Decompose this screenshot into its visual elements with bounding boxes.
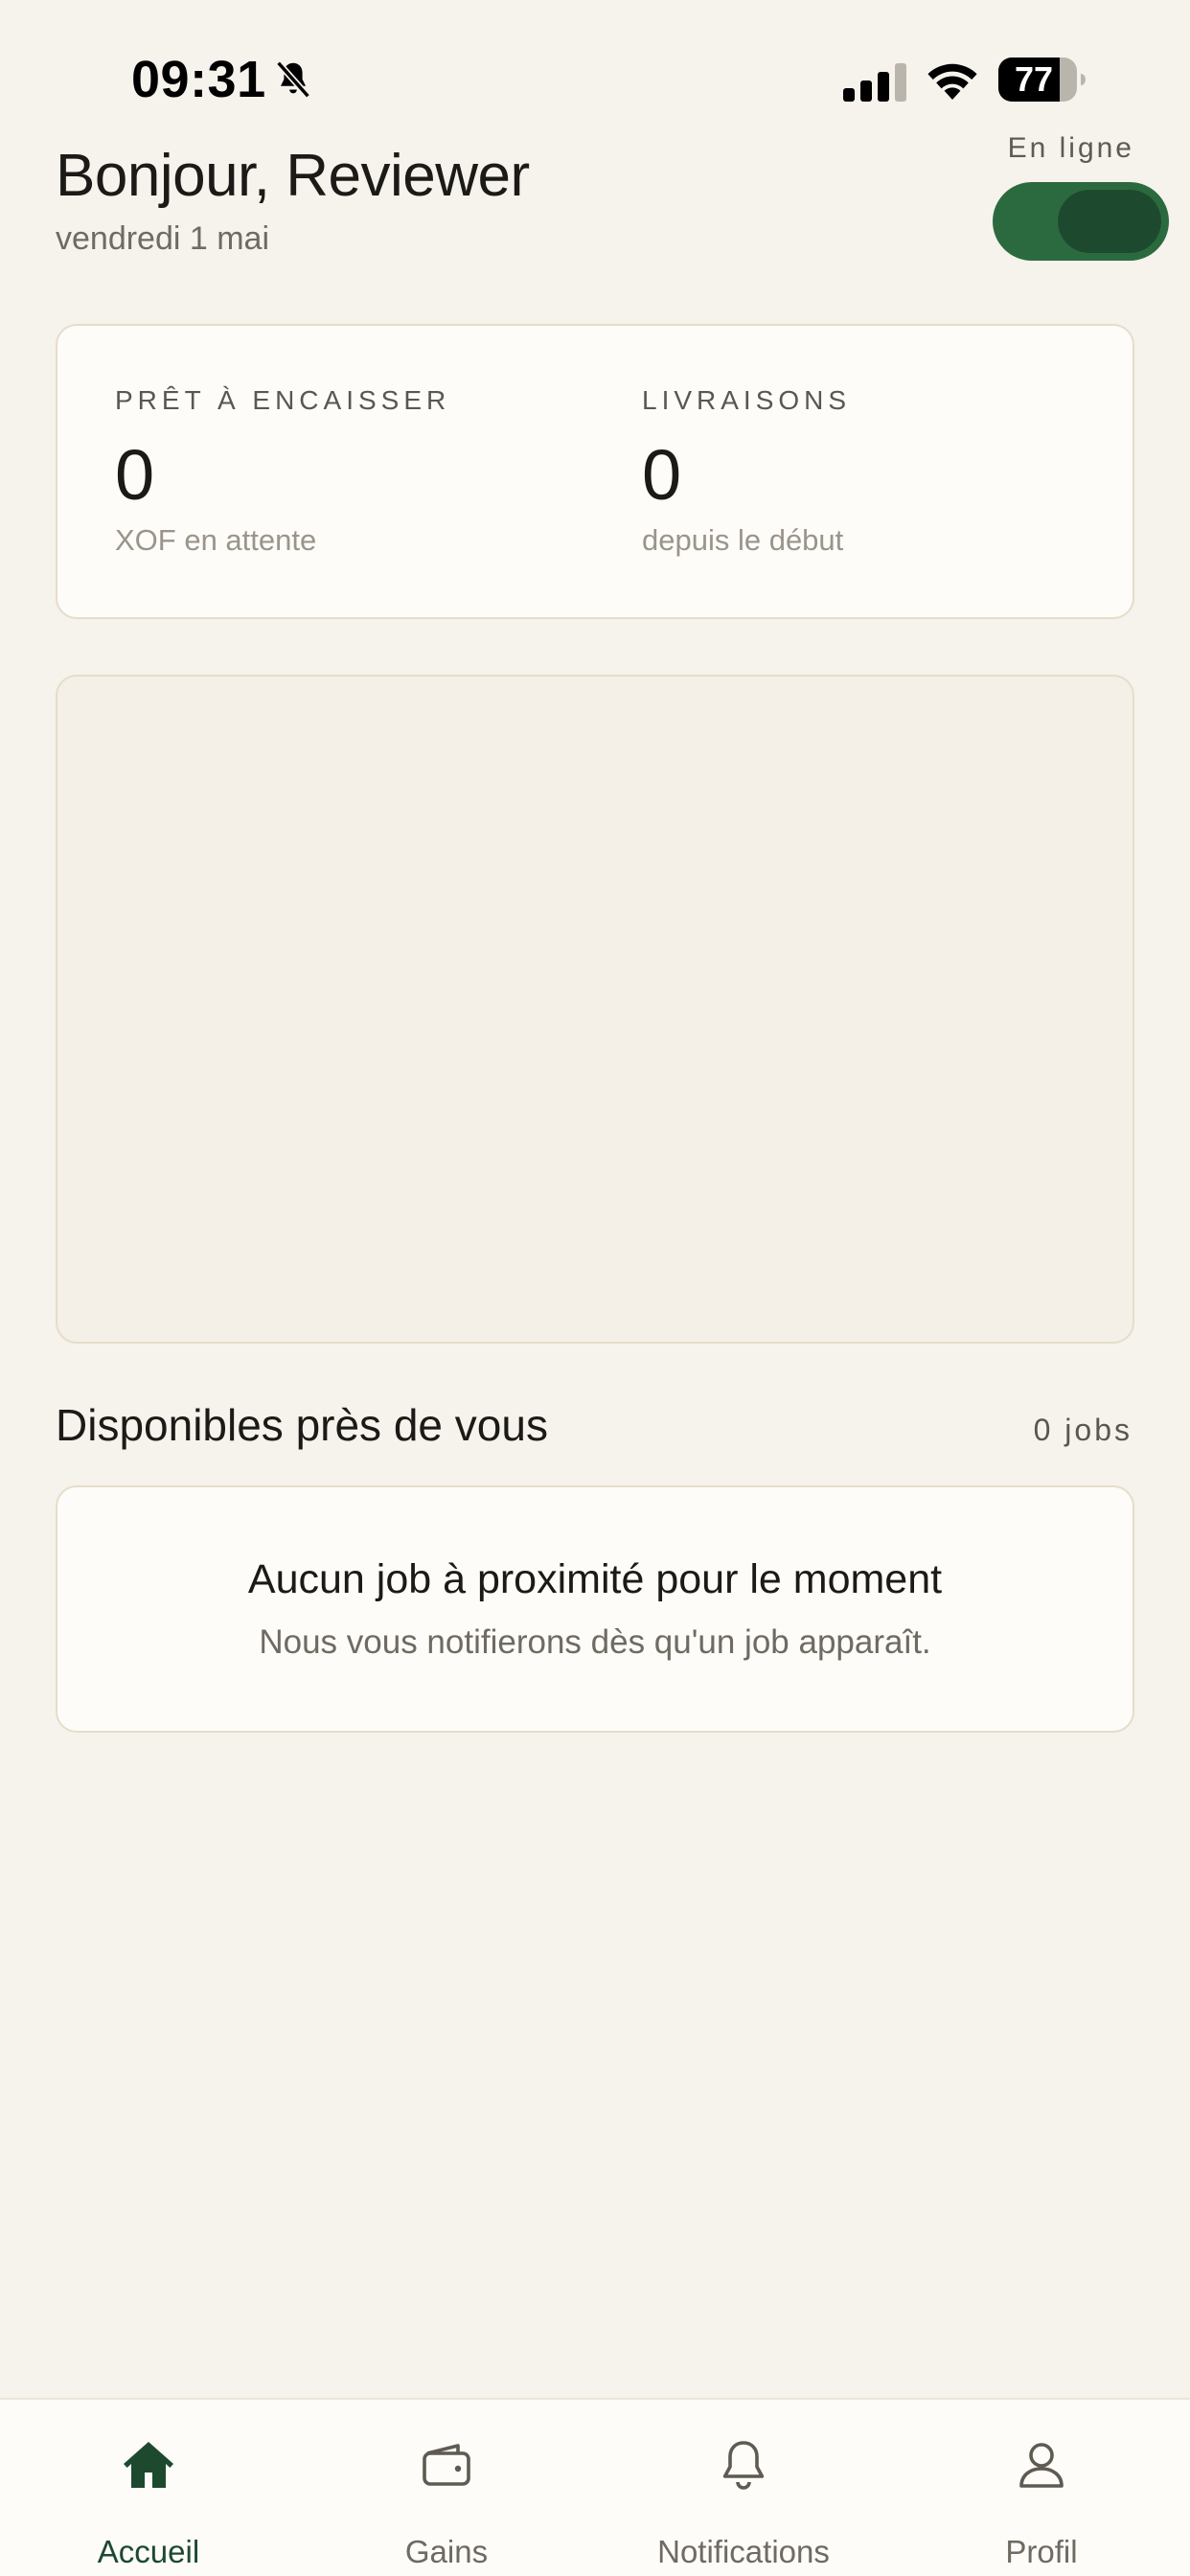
wallet-icon bbox=[423, 2444, 470, 2486]
battery-level: 77 bbox=[1014, 59, 1054, 99]
stat-deliveries: LIVRAISONS 0 depuis le début bbox=[642, 385, 851, 558]
stats-card: PRÊT À ENCAISSER 0 XOF en attente LIVRAI… bbox=[56, 324, 1134, 619]
nearby-job-count: 0 jobs bbox=[1033, 1413, 1133, 1447]
status-time: 09:31 bbox=[131, 51, 266, 108]
home-icon bbox=[124, 2442, 173, 2488]
signal-icon bbox=[843, 63, 906, 102]
stat-ready-value: 0 bbox=[115, 435, 155, 515]
nav-label-notifications: Notifications bbox=[657, 2534, 830, 2569]
stat-deliveries-sub: depuis le début bbox=[642, 523, 844, 557]
greeting-title: Bonjour, Reviewer bbox=[56, 143, 530, 209]
bottom-nav: Accueil Gains Notifications Profil bbox=[0, 2398, 1190, 2576]
status-bar: 09:31 77 bbox=[0, 0, 1190, 144]
stat-ready-sub: XOF en attente bbox=[115, 523, 317, 557]
date-subtitle: vendredi 1 mai bbox=[56, 220, 270, 257]
online-status-label: En ligne bbox=[1007, 132, 1134, 164]
nearby-section-title: Disponibles près de vous bbox=[56, 1400, 548, 1450]
nav-label-earnings: Gains bbox=[404, 2534, 489, 2569]
map-view[interactable] bbox=[56, 675, 1134, 1344]
empty-jobs-title: Aucun job à proximité pour le moment bbox=[247, 1556, 943, 1602]
nav-label-home: Accueil bbox=[97, 2534, 200, 2569]
nav-item-earnings[interactable]: Gains bbox=[298, 2400, 595, 2576]
stat-deliveries-label: LIVRAISONS bbox=[642, 385, 852, 415]
online-toggle[interactable] bbox=[993, 182, 1169, 261]
nav-label-profile: Profil bbox=[1005, 2534, 1078, 2569]
stat-ready-label: PRÊT À ENCAISSER bbox=[115, 385, 451, 415]
nav-item-profile[interactable]: Profil bbox=[893, 2400, 1190, 2576]
bell-muted-icon bbox=[276, 60, 310, 99]
bell-icon bbox=[722, 2441, 765, 2490]
nav-item-notifications[interactable]: Notifications bbox=[595, 2400, 892, 2576]
stat-ready: PRÊT À ENCAISSER 0 XOF en attente bbox=[115, 385, 450, 558]
user-icon bbox=[1019, 2443, 1064, 2488]
stat-deliveries-value: 0 bbox=[642, 435, 682, 515]
empty-jobs-card: Aucun job à proximité pour le moment Nou… bbox=[56, 1485, 1134, 1733]
nav-item-home[interactable]: Accueil bbox=[0, 2400, 297, 2576]
home-screen: 09:31 77 Bonjour, Reviewer vendredi 1 ma bbox=[0, 0, 1190, 2576]
toggle-knob bbox=[1058, 190, 1161, 253]
empty-jobs-subtitle: Nous vous notifierons dès qu'un job appa… bbox=[259, 1623, 931, 1661]
wifi-icon bbox=[927, 63, 977, 100]
